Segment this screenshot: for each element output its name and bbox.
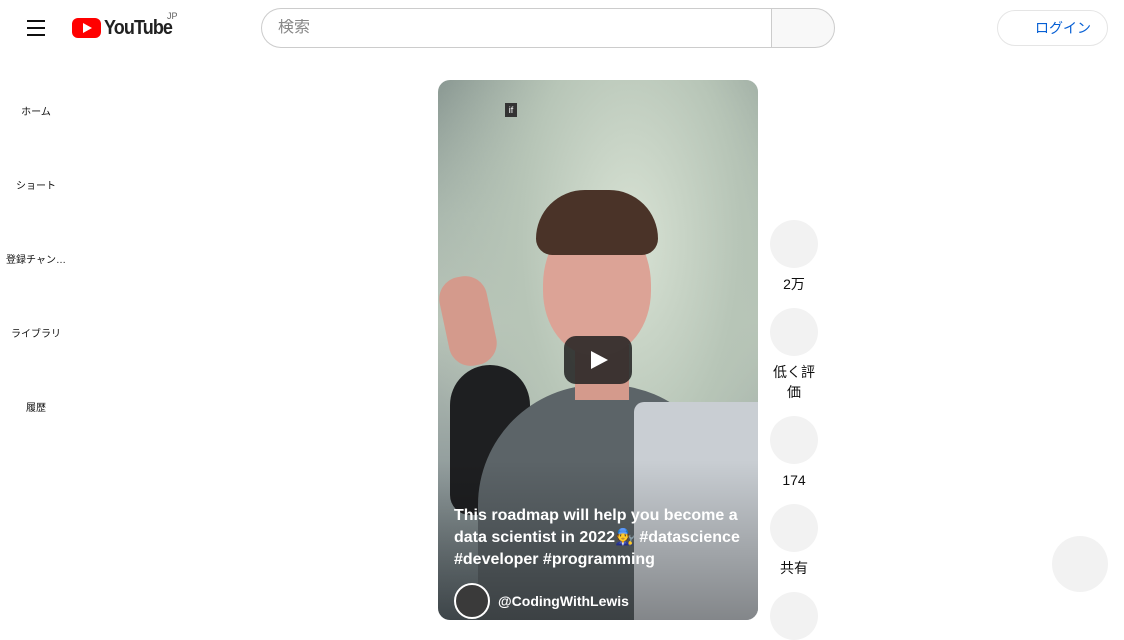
sidebar-item-label: ショート	[16, 181, 56, 192]
dislike-label: 低く評価	[773, 364, 815, 400]
like-count: 2万	[783, 276, 805, 292]
channel-info[interactable]: @CodingWithLewis	[454, 583, 629, 619]
channel-name[interactable]: @CodingWithLewis	[498, 593, 629, 609]
comment-action: 174	[770, 416, 818, 490]
logo-wordmark: YouTube	[104, 16, 173, 39]
youtube-logo[interactable]: YouTube JP	[72, 11, 180, 40]
sidebar-item-home[interactable]: ホーム	[0, 56, 72, 130]
sidebar-item-subscriptions[interactable]: 登録チャン…	[0, 204, 72, 278]
guide-menu-button[interactable]	[16, 8, 56, 48]
sidebar-item-label: 登録チャン…	[6, 255, 66, 266]
search-input[interactable]	[278, 19, 772, 37]
region-code: JP	[167, 11, 178, 21]
next-video-button[interactable]	[1052, 536, 1108, 592]
menu-icon-bar	[27, 34, 45, 36]
sidebar-item-label: ライブラリ	[11, 329, 61, 340]
dislike-action: 低く評価	[770, 308, 818, 402]
channel-avatar[interactable]	[454, 583, 490, 619]
play-button[interactable]	[564, 336, 632, 384]
sidebar-item-library[interactable]: ライブラリ	[0, 278, 72, 352]
share-button[interactable]	[770, 504, 818, 552]
sidebar-item-history[interactable]: 履歴	[0, 352, 72, 426]
login-button[interactable]: ログイン	[997, 10, 1108, 46]
comment-count: 174	[782, 472, 806, 488]
login-label: ログイン	[1035, 20, 1091, 36]
sidebar-item-label: ホーム	[21, 107, 51, 118]
share-label: 共有	[780, 560, 808, 576]
video-caption: This roadmap will help you become a data…	[454, 505, 746, 571]
masthead: YouTube JP ログイン	[0, 0, 1124, 56]
like-action: 2万	[770, 220, 818, 294]
menu-icon-bar	[27, 27, 45, 29]
video-person-hair	[536, 190, 658, 255]
dislike-button[interactable]	[770, 308, 818, 356]
sidebar-item-label: 履歴	[26, 403, 46, 414]
search-box[interactable]	[261, 8, 772, 48]
overlay-badge: if	[505, 103, 517, 117]
more-button[interactable]	[770, 592, 818, 640]
like-button[interactable]	[770, 220, 818, 268]
sidebar-item-shorts[interactable]: ショート	[0, 130, 72, 204]
youtube-play-icon	[72, 18, 101, 38]
shorts-video-player[interactable]: if This roadmap will help you become a d…	[438, 80, 758, 620]
search-button[interactable]	[771, 8, 835, 48]
share-action: 共有	[770, 504, 818, 578]
comment-button[interactable]	[770, 416, 818, 464]
menu-icon-bar	[27, 20, 45, 22]
more-action	[770, 592, 818, 640]
